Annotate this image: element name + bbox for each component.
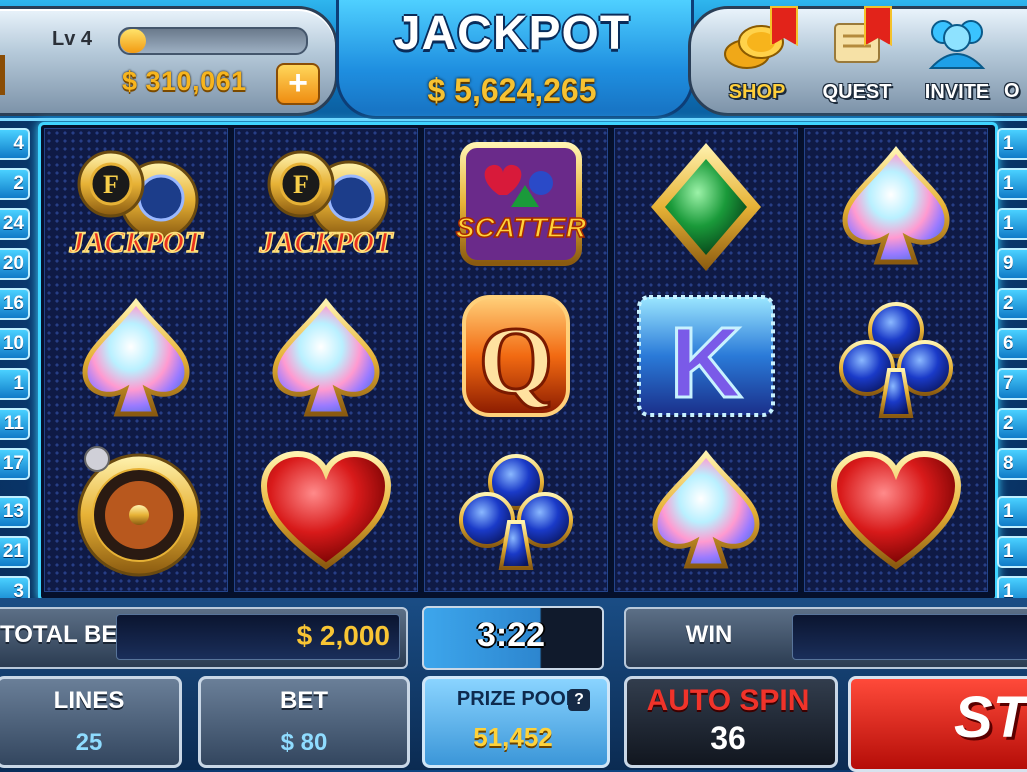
payline-indicator-right[interactable]: 6 (997, 328, 1027, 360)
payline-indicators-left: 422420161011117132135 (0, 128, 30, 648)
total-bet-label: TOTAL BET (0, 621, 132, 648)
payline-indicator-left[interactable]: 10 (0, 328, 30, 360)
payline-indicator-left[interactable]: 24 (0, 208, 30, 240)
prize-pool-label: PRIZE POOL (456, 688, 578, 710)
friends-icon (928, 20, 986, 69)
xp-progress-fill (120, 29, 147, 53)
more-label: O (1004, 80, 1020, 102)
reel-3: SCATTER Q (424, 128, 608, 592)
payline-indicator-left[interactable]: 21 (0, 536, 30, 568)
coin-balance: $ 310,061 (122, 66, 247, 96)
diamond-spade-icon (61, 289, 211, 429)
payline-indicator-left[interactable]: 2 (0, 168, 30, 200)
queen-letter: Q (479, 307, 554, 414)
payline-indicator-right[interactable]: 1 (997, 208, 1027, 240)
diamond-spade-icon (251, 289, 401, 429)
green-diamond-icon (631, 137, 781, 277)
shop-button[interactable]: SHOP (712, 6, 802, 103)
payline-indicator-left[interactable]: 1 (0, 368, 30, 400)
payline-indicator-right[interactable]: 8 (997, 448, 1027, 480)
win-label: WIN (685, 621, 733, 648)
payline-indicator-right[interactable]: 1 (997, 496, 1027, 528)
payline-indicator-left[interactable]: 13 (0, 496, 30, 528)
payline-indicator-left[interactable]: 4 (0, 128, 30, 160)
jackpot-symbol-text: JACKPOT (258, 226, 394, 259)
auto-spin-label: AUTO SPIN (646, 684, 810, 717)
payline-indicator-left[interactable]: 16 (0, 288, 30, 320)
quest-label: QUEST (822, 81, 892, 103)
blue-club-icon (821, 289, 971, 429)
diamond-spade-icon (631, 441, 781, 581)
plus-icon: + (288, 64, 308, 102)
payline-indicator-right[interactable]: 1 (997, 128, 1027, 160)
panel-edge (0, 55, 5, 95)
blue-club-icon (441, 441, 591, 581)
more-button[interactable]: O (1004, 76, 1020, 103)
stop-label: STO (954, 685, 1027, 750)
add-coins-button[interactable]: + (276, 63, 320, 105)
jackpot-title: JACKPOT (393, 7, 631, 60)
jackpot-coin-icon: F JACKPOT (251, 137, 401, 277)
jackpot-amount: $ 5,624,265 (427, 72, 597, 108)
queen-q-icon: Q (441, 289, 591, 429)
payline-indicator-left[interactable]: 20 (0, 248, 30, 280)
payline-indicator-right[interactable]: 9 (997, 248, 1027, 280)
shop-label: SHOP (728, 81, 786, 103)
scatter-icon: SCATTER (441, 137, 591, 277)
auto-spin-count: 36 (710, 720, 746, 756)
payline-indicator-right[interactable]: 7 (997, 368, 1027, 400)
invite-button[interactable]: INVITE (912, 12, 1002, 103)
xp-progress-bar (118, 27, 308, 55)
payline-indicator-left[interactable]: 17 (0, 448, 30, 480)
prize-pool-value: 51,452 (473, 722, 553, 752)
red-heart-icon (251, 441, 401, 581)
countdown-timer: 3:22 (476, 616, 546, 654)
scatter-text: SCATTER (456, 212, 587, 243)
jackpot-coin-icon: F JACKPOT (61, 137, 211, 277)
win-display (792, 614, 1027, 660)
roulette-wheel-icon (61, 441, 211, 581)
bet-button[interactable]: BET $ 80 (198, 676, 410, 768)
quest-button[interactable]: QUEST (812, 6, 902, 103)
payline-indicator-right[interactable]: 1 (997, 168, 1027, 200)
help-icon[interactable]: ? (568, 689, 590, 711)
payline-indicator-right[interactable]: 2 (997, 408, 1027, 440)
jackpot-symbol-text: JACKPOT (68, 226, 204, 259)
red-heart-icon (821, 441, 971, 581)
payline-indicator-right[interactable]: 1 (997, 536, 1027, 568)
king-k-icon: K (631, 289, 781, 429)
payline-indicators-right: 1119267281111 (997, 128, 1027, 648)
lines-value: 25 (75, 729, 103, 756)
invite-label: INVITE (924, 81, 990, 103)
king-letter: K (670, 307, 742, 419)
reel-4: K (614, 128, 798, 592)
lines-label: LINES (53, 687, 125, 714)
coin-letter: F (103, 170, 119, 199)
bet-value: $ 80 (280, 729, 328, 756)
lines-button[interactable]: LINES 25 (0, 676, 182, 768)
reel-1: F JACKPOT (44, 128, 228, 592)
total-bet-value: $ 2,000 (296, 620, 390, 651)
coin-letter: F (293, 170, 309, 199)
level-label: Lv 4 (52, 28, 93, 50)
reel-2: F JACKPOT (234, 128, 418, 592)
bet-label: BET (280, 687, 328, 714)
reel-5 (804, 128, 988, 592)
diamond-spade-icon (821, 137, 971, 277)
payline-indicator-left[interactable]: 11 (0, 408, 30, 440)
payline-indicator-right[interactable]: 2 (997, 288, 1027, 320)
